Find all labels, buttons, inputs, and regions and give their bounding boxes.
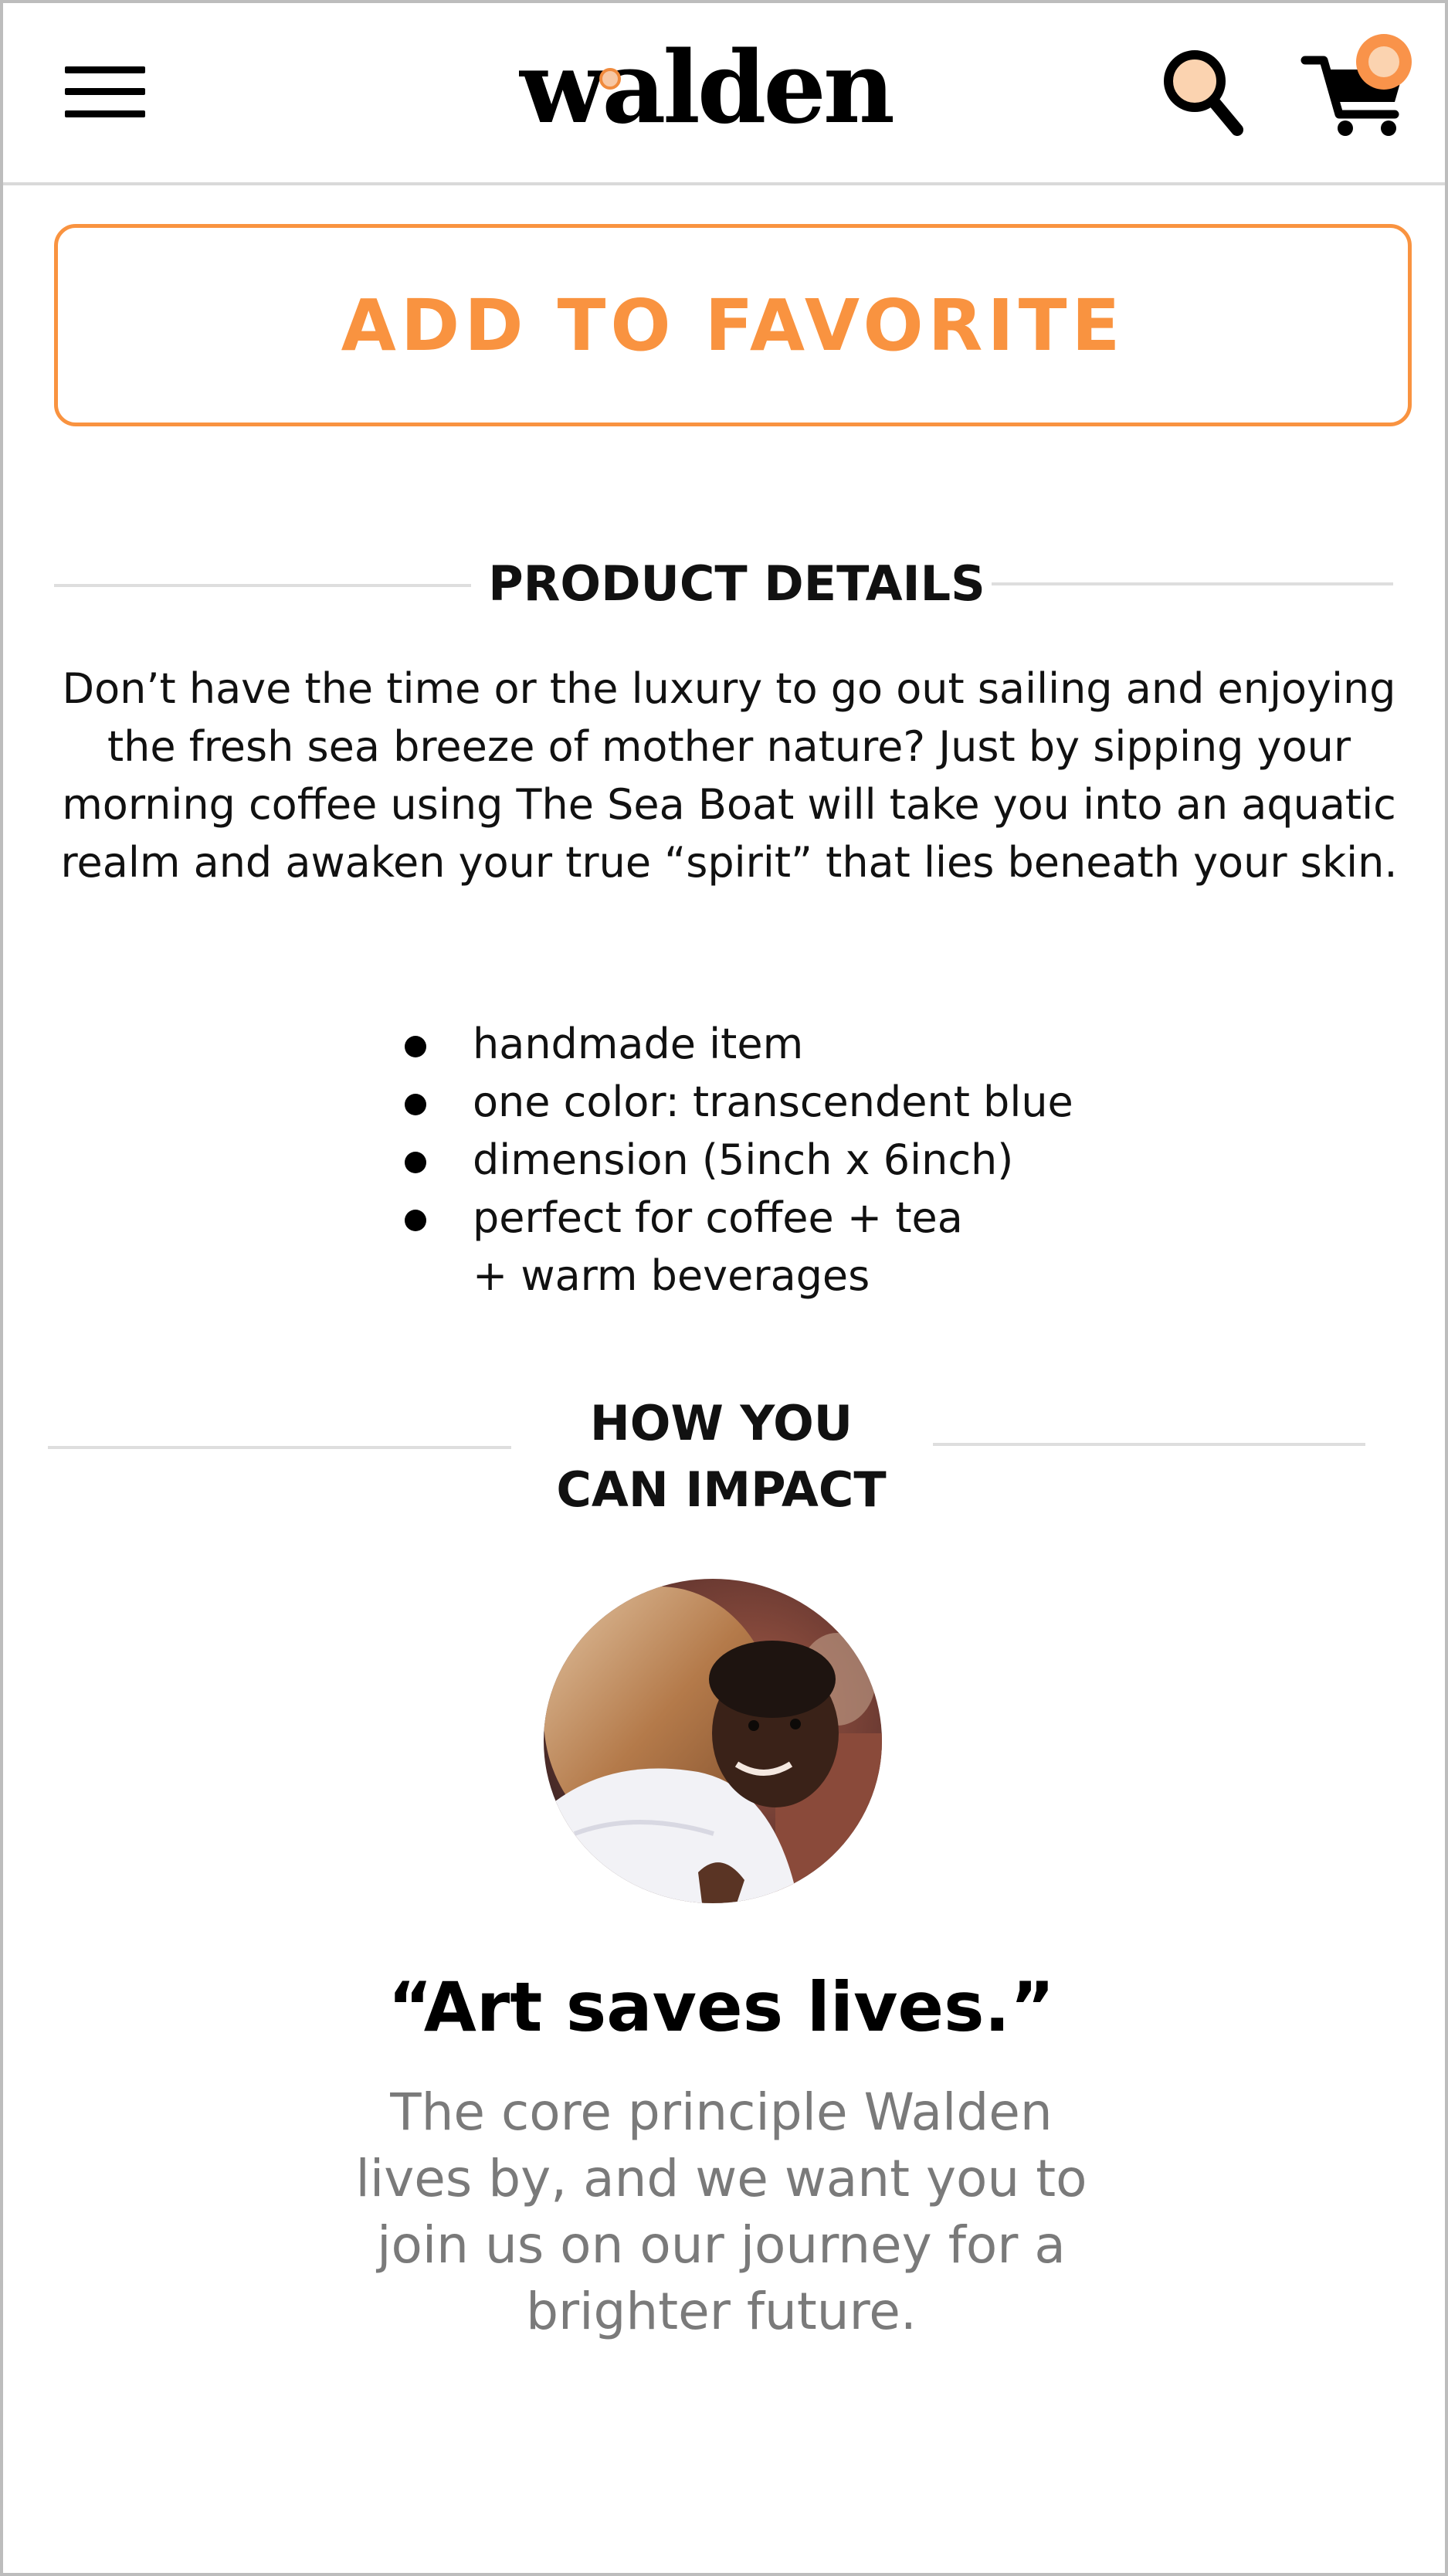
- logo-text: walden: [520, 30, 895, 146]
- impact-title: HOW YOU CAN IMPACT: [482, 1390, 961, 1523]
- feature-item: handmade item: [389, 1015, 1239, 1073]
- impact-title-line1: HOW YOU: [589, 1395, 853, 1451]
- cart-badge-inner: [1368, 46, 1399, 77]
- feature-text: handmade item: [473, 1020, 804, 1068]
- menu-bar: [65, 88, 145, 95]
- bullet-icon: [405, 1210, 426, 1231]
- add-to-favorite-button[interactable]: ADD TO FAVORITE: [54, 224, 1412, 426]
- logo-accent-dot: [599, 68, 621, 90]
- menu-bar: [65, 110, 145, 117]
- menu-bar: [65, 66, 145, 73]
- search-icon[interactable]: [1160, 46, 1245, 139]
- product-features-list: handmade item one color: transcendent bl…: [389, 1015, 1239, 1305]
- impact-photo: [544, 1579, 882, 1903]
- divider-left: [48, 1446, 511, 1449]
- walden-logo[interactable]: walden: [497, 34, 914, 142]
- feature-text: perfect for coffee + tea: [473, 1193, 963, 1242]
- product-description: Don’t have the time or the luxury to go …: [60, 664, 1398, 887]
- impact-title-line2: CAN IMPACT: [556, 1461, 887, 1518]
- hamburger-menu-icon[interactable]: [65, 66, 145, 117]
- product-details-title: PRODUCT DETAILS: [488, 555, 985, 612]
- feature-text-continued: + warm beverages: [473, 1251, 870, 1300]
- bullet-icon: [405, 1094, 426, 1115]
- impact-quote-body: The core principle Walden lives by, and …: [355, 2082, 1087, 2341]
- top-header: walden: [3, 3, 1445, 185]
- feature-text: dimension (5inch x 6inch): [473, 1135, 1014, 1184]
- divider-left: [54, 584, 471, 587]
- bullet-icon: [405, 1152, 426, 1173]
- feature-item: dimension (5inch x 6inch): [389, 1131, 1239, 1189]
- divider-right: [933, 1443, 1365, 1446]
- divider-right: [992, 582, 1393, 585]
- feature-item: one color: transcendent blue: [389, 1073, 1239, 1131]
- app-frame: walden ADD TO FAVORITE PRODUCT DETAILS D: [0, 0, 1448, 2576]
- feature-item: perfect for coffee + tea + warm beverage…: [389, 1189, 1239, 1305]
- bullet-icon: [405, 1036, 426, 1057]
- feature-text: one color: transcendent blue: [473, 1078, 1073, 1126]
- impact-quote: “Art saves lives.”: [388, 1967, 1055, 2047]
- cart-count-badge: [1356, 34, 1412, 90]
